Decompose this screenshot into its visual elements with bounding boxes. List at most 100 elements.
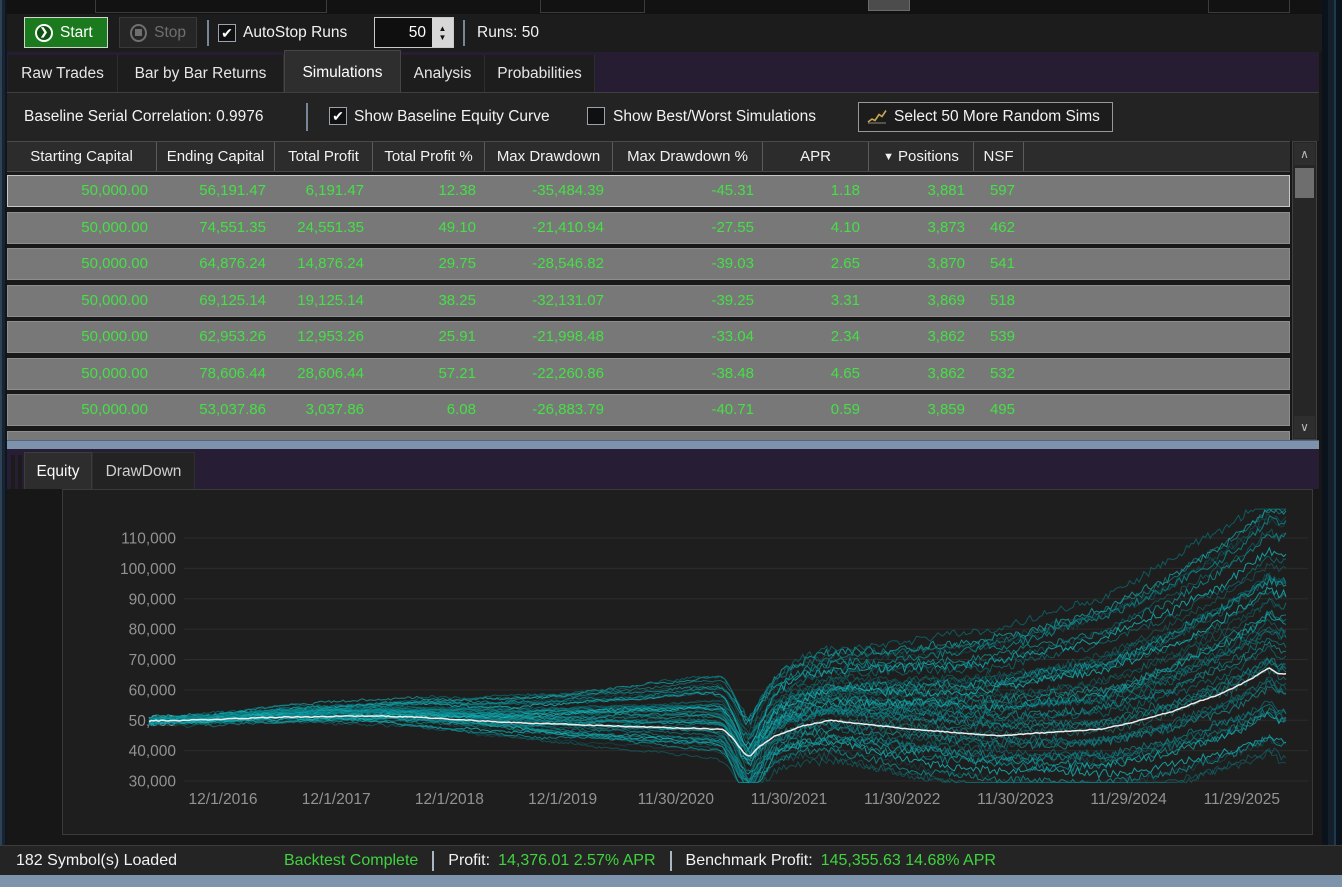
table-cell: 62,953.26 bbox=[158, 322, 276, 352]
table-cell: 50,000.00 bbox=[8, 432, 158, 441]
tab-analysis[interactable]: Analysis bbox=[401, 55, 485, 92]
svg-text:110,000: 110,000 bbox=[121, 531, 176, 548]
checkmark-icon: ✔ bbox=[332, 109, 344, 123]
table-cell: 517 bbox=[975, 432, 1025, 441]
table-cell: 50,000.00 bbox=[8, 395, 158, 425]
table-cell: 518 bbox=[975, 286, 1025, 316]
table-cell: 69,125.14 bbox=[158, 286, 276, 316]
table-row[interactable]: 50,000.0056,191.476,191.4712.38-35,484.3… bbox=[7, 175, 1290, 207]
table-row[interactable]: 50,000.0064,876.2414,876.2429.75-28,546.… bbox=[7, 248, 1290, 280]
table-cell: 61.20 bbox=[374, 432, 486, 441]
tab-equity[interactable]: Equity bbox=[24, 452, 92, 489]
show-baseline-label: Show Baseline Equity Curve bbox=[354, 106, 550, 128]
table-cell: -28,546.82 bbox=[486, 249, 614, 279]
table-row[interactable]: 50,000.0074,551.3524,551.3549.10-21,410.… bbox=[7, 212, 1290, 244]
table-cell: 2.65 bbox=[764, 249, 870, 279]
table-cell: 38.25 bbox=[374, 286, 486, 316]
show-best-worst-checkbox[interactable] bbox=[587, 107, 605, 125]
tab-drawdown[interactable]: DrawDown bbox=[92, 452, 195, 489]
table-cell: -33.04 bbox=[614, 322, 764, 352]
autostop-runs-value[interactable]: 50 bbox=[375, 18, 432, 47]
table-horizontal-scrollbar[interactable] bbox=[7, 440, 1319, 449]
backtest-simulations-window: ❯ Start Stop ✔ AutoStop Runs 50 ▲ ▼ Runs… bbox=[0, 0, 1342, 887]
window-top-remnants bbox=[7, 0, 1322, 14]
status-separator bbox=[432, 851, 434, 871]
table-row[interactable]: 50,000.0053,037.863,037.866.08-26,883.79… bbox=[7, 394, 1290, 426]
table-cell-filler bbox=[1025, 359, 1289, 389]
table-cell-filler bbox=[1025, 249, 1289, 279]
table-cell: 50,000.00 bbox=[8, 359, 158, 389]
table-cell-filler bbox=[1025, 395, 1289, 425]
table-cell: -32,131.07 bbox=[486, 286, 614, 316]
toolbar-separator bbox=[463, 20, 465, 46]
svg-text:12/1/2016: 12/1/2016 bbox=[189, 791, 258, 808]
autostop-checkbox[interactable]: ✔ bbox=[218, 24, 236, 42]
table-cell: 6,191.47 bbox=[276, 176, 374, 206]
table-cell: 0.59 bbox=[764, 395, 870, 425]
table-row[interactable]: 50,000.0078,606.4428,606.4457.21-22,260.… bbox=[7, 358, 1290, 390]
column-header-ending-capital[interactable]: Ending Capital bbox=[157, 142, 275, 171]
stop-button[interactable]: Stop bbox=[119, 17, 197, 48]
table-row[interactable]: 50,000.0069,125.1419,125.1438.25-32,131.… bbox=[7, 285, 1290, 317]
table-cell: 6.08 bbox=[374, 395, 486, 425]
tab-edge-decoration bbox=[18, 455, 22, 489]
table-cell: 3,862 bbox=[870, 322, 975, 352]
table-cell: 53,037.86 bbox=[158, 395, 276, 425]
table-cell: -33.60 bbox=[614, 432, 764, 441]
table-row[interactable]: 50,000.0062,953.2612,953.2625.91-21,998.… bbox=[7, 321, 1290, 353]
scroll-down-icon[interactable]: ∨ bbox=[1294, 416, 1315, 438]
run-toolbar: ❯ Start Stop ✔ AutoStop Runs 50 ▲ ▼ Runs… bbox=[7, 14, 1322, 52]
autostop-runs-spinner[interactable]: 50 ▲ ▼ bbox=[374, 17, 454, 48]
tab-probabilities[interactable]: Probabilities bbox=[485, 55, 595, 92]
table-cell-filler bbox=[1025, 322, 1289, 352]
checkmark-icon: ✔ bbox=[221, 26, 233, 40]
clipped-control-outline bbox=[868, 0, 910, 11]
tab-simulations[interactable]: Simulations bbox=[284, 50, 401, 92]
table-cell: 4.92 bbox=[764, 432, 870, 441]
column-header-max-drawdown[interactable]: Max Drawdown bbox=[485, 142, 613, 171]
table-row[interactable]: 50,000.0080,600.7530,600.7561.20-24,247.… bbox=[7, 431, 1290, 441]
table-vertical-scrollbar[interactable]: ∧ ∨ bbox=[1292, 141, 1317, 440]
tab-raw-trades[interactable]: Raw Trades bbox=[8, 55, 118, 92]
table-cell: 4.10 bbox=[764, 213, 870, 243]
table-cell: 532 bbox=[975, 359, 1025, 389]
select-more-sims-button[interactable]: Select 50 More Random Sims bbox=[858, 102, 1113, 132]
table-cell: 74,551.35 bbox=[158, 213, 276, 243]
start-button[interactable]: ❯ Start bbox=[24, 17, 108, 48]
svg-text:12/1/2017: 12/1/2017 bbox=[302, 791, 371, 808]
svg-text:40,000: 40,000 bbox=[129, 743, 177, 760]
column-header-total-profit[interactable]: Total Profit bbox=[275, 142, 373, 171]
table-cell: 3,869 bbox=[870, 286, 975, 316]
autostop-label: AutoStop Runs bbox=[243, 22, 347, 44]
scroll-up-icon[interactable]: ∧ bbox=[1294, 143, 1315, 165]
scrollbar-thumb[interactable] bbox=[1295, 168, 1314, 198]
select-more-sims-label: Select 50 More Random Sims bbox=[894, 108, 1100, 126]
column-header-positions[interactable]: ▼Positions bbox=[869, 142, 974, 171]
show-baseline-checkbox[interactable]: ✔ bbox=[329, 107, 347, 125]
column-header-starting-capital[interactable]: Starting Capital bbox=[7, 142, 157, 171]
column-header-nsf[interactable]: NSF bbox=[974, 142, 1024, 171]
column-header-apr[interactable]: APR bbox=[763, 142, 869, 171]
table-cell: -35,484.39 bbox=[486, 176, 614, 206]
table-cell: 12,953.26 bbox=[276, 322, 374, 352]
column-header-total-profit-[interactable]: Total Profit % bbox=[373, 142, 485, 171]
spin-down-icon[interactable]: ▼ bbox=[439, 33, 447, 42]
play-icon: ❯ bbox=[35, 24, 53, 42]
table-cell: -21,410.94 bbox=[486, 213, 614, 243]
benchmark-profit-label: Benchmark Profit: bbox=[686, 852, 813, 870]
table-cell: 3,859 bbox=[870, 395, 975, 425]
clipped-control-outline bbox=[1208, 0, 1290, 13]
spin-up-icon[interactable]: ▲ bbox=[439, 24, 447, 33]
sparkline-chart-icon bbox=[867, 109, 887, 125]
column-header-max-drawdown-[interactable]: Max Drawdown % bbox=[613, 142, 763, 171]
table-cell: 597 bbox=[975, 176, 1025, 206]
table-cell: 462 bbox=[975, 213, 1025, 243]
svg-text:60,000: 60,000 bbox=[129, 682, 177, 699]
tab-edge-decoration bbox=[11, 455, 15, 489]
spinner-buttons[interactable]: ▲ ▼ bbox=[432, 18, 453, 47]
table-cell: 50,000.00 bbox=[8, 176, 158, 206]
tab-bar-by-bar-returns[interactable]: Bar by Bar Returns bbox=[118, 55, 284, 92]
tab-label: Bar by Bar Returns bbox=[135, 65, 267, 82]
table-cell: -40.71 bbox=[614, 395, 764, 425]
svg-text:11/30/2022: 11/30/2022 bbox=[864, 791, 940, 808]
